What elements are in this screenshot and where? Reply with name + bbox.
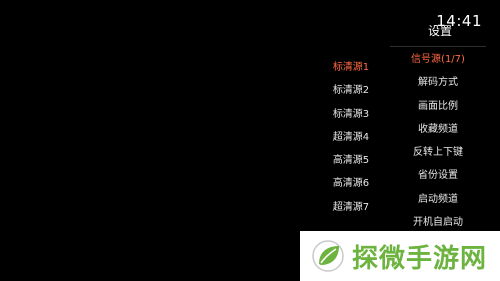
menu-item-aspect-ratio[interactable]: 画面比例	[390, 95, 486, 118]
source-item-6[interactable]: 高清源6	[312, 172, 390, 195]
leaf-logo-icon	[312, 240, 344, 272]
source-item-2[interactable]: 标清源2	[312, 79, 390, 102]
source-item-1[interactable]: 标清源1	[312, 56, 390, 79]
menu-item-reverse-keys[interactable]: 反转上下键	[390, 141, 486, 164]
menu-item-favorite-channels[interactable]: 收藏频道	[390, 118, 486, 141]
settings-menu: 信号源(1/7) 解码方式 画面比例 收藏频道 反转上下键 省份设置 启动频道 …	[390, 48, 486, 234]
menu-item-decode-mode[interactable]: 解码方式	[390, 71, 486, 94]
menu-item-province[interactable]: 省份设置	[390, 164, 486, 187]
source-item-3[interactable]: 标清源3	[312, 103, 390, 126]
settings-title: 设置	[428, 24, 453, 38]
menu-item-startup-channel[interactable]: 启动频道	[390, 188, 486, 211]
source-item-7[interactable]: 超清源7	[312, 196, 390, 219]
source-item-4[interactable]: 超清源4	[312, 126, 390, 149]
watermark: 探微手游网	[300, 231, 500, 281]
title-divider	[390, 46, 486, 47]
source-list: 标清源1 标清源2 标清源3 超清源4 高清源5 高清源6 超清源7	[312, 56, 390, 219]
menu-item-signal-source[interactable]: 信号源(1/7)	[390, 48, 486, 71]
watermark-text: 探微手游网	[352, 243, 488, 274]
source-item-5[interactable]: 高清源5	[312, 149, 390, 172]
